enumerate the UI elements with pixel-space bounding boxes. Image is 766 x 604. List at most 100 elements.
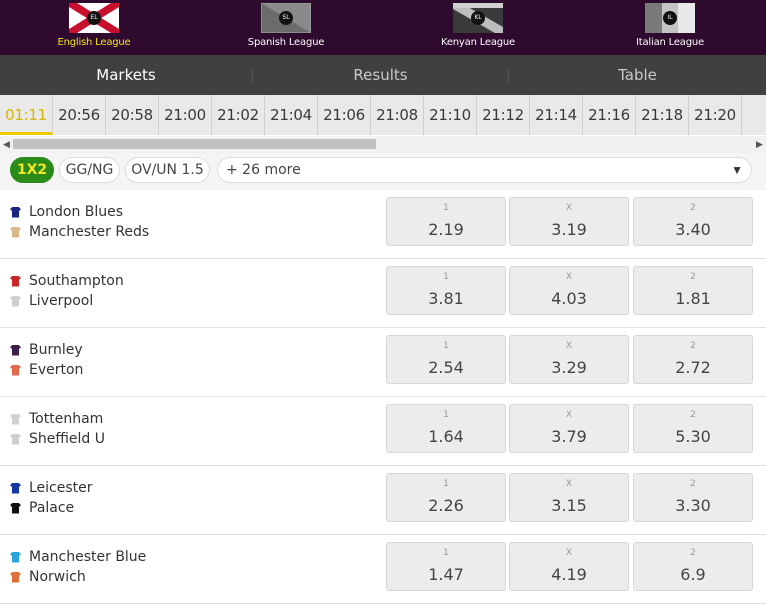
time-slot[interactable]: 21:14 xyxy=(530,95,583,135)
odds-outcome-label: 2 xyxy=(690,479,696,489)
odds-button-away[interactable]: 2 1.81 xyxy=(633,266,753,315)
odds-button-draw[interactable]: X 3.19 xyxy=(509,197,629,246)
league-spanish[interactable]: SL Spanish League xyxy=(226,0,346,55)
odds-outcome-label: X xyxy=(565,203,573,213)
odds-value: 1.64 xyxy=(428,427,464,446)
odds-outcome-label: X xyxy=(565,410,573,420)
odds-value: 2.26 xyxy=(428,496,464,515)
league-flag-icon: KL xyxy=(453,3,503,33)
tab-results[interactable]: Results xyxy=(253,55,508,95)
odds-value: 3.15 xyxy=(551,496,587,515)
more-markets-dropdown[interactable]: + 26 more ▼ xyxy=(217,157,752,183)
time-slot[interactable]: 21:02 xyxy=(212,95,265,135)
league-italian[interactable]: IL Italian League xyxy=(610,0,730,55)
league-label: Kenyan League xyxy=(440,37,516,48)
odds-button-home[interactable]: 1 3.81 xyxy=(386,266,506,315)
home-team: Tottenham xyxy=(10,409,103,429)
time-slot[interactable]: 21:00 xyxy=(159,95,212,135)
league-label: English League xyxy=(57,37,131,48)
tab-table[interactable]: Table xyxy=(509,55,766,95)
team-shirt-icon xyxy=(10,571,21,583)
time-slot[interactable]: 21:06 xyxy=(318,95,371,135)
market-filter-bar: 1X2 GG/NG OV/UN 1.5 + 26 more ▼ xyxy=(0,153,766,190)
home-team-name: Southampton xyxy=(29,273,124,289)
odds-outcome-label: 1 xyxy=(443,341,449,351)
odds-outcome-label: X xyxy=(565,272,573,282)
team-shirt-icon xyxy=(10,551,21,563)
home-team-name: Manchester Blue xyxy=(29,549,147,565)
home-team-name: Leicester xyxy=(29,480,93,496)
team-shirt-icon xyxy=(10,413,21,425)
odds-button-away[interactable]: 2 5.30 xyxy=(633,404,753,453)
time-slot[interactable]: 21:04 xyxy=(265,95,318,135)
odds-value: 1.81 xyxy=(675,289,711,308)
time-slot[interactable]: 21:20 xyxy=(689,95,742,135)
odds-button-away[interactable]: 2 3.30 xyxy=(633,473,753,522)
market-chip-1x2[interactable]: 1X2 xyxy=(10,157,54,183)
odds-outcome-label: 2 xyxy=(690,410,696,420)
time-slot[interactable]: 21:08 xyxy=(371,95,424,135)
odds-outcome-label: X xyxy=(565,479,573,489)
tab-markets[interactable]: Markets xyxy=(0,55,252,95)
team-shirt-icon xyxy=(10,206,21,218)
league-badge: SL xyxy=(279,11,293,25)
match-row: Leicester Palace 1 2.26 X 3.15 2 3.30 xyxy=(0,466,766,535)
league-badge: KL xyxy=(471,11,485,25)
time-strip-scrollbar[interactable]: ◀ ▶ xyxy=(0,136,766,153)
market-chip-ov-un[interactable]: OV/UN 1.5 xyxy=(125,157,210,183)
odds-button-home[interactable]: 1 2.54 xyxy=(386,335,506,384)
odds-value: 5.30 xyxy=(675,427,711,446)
odds-button-away[interactable]: 2 3.40 xyxy=(633,197,753,246)
odds-button-draw[interactable]: X 4.19 xyxy=(509,542,629,591)
odds-button-draw[interactable]: X 3.15 xyxy=(509,473,629,522)
odds-value: 3.19 xyxy=(551,220,587,239)
odds-value: 6.9 xyxy=(680,565,706,584)
team-shirt-icon xyxy=(10,482,21,494)
odds-button-away[interactable]: 2 6.9 xyxy=(633,542,753,591)
league-badge: EL xyxy=(87,11,101,25)
odds-outcome-label: 1 xyxy=(443,479,449,489)
away-team: Palace xyxy=(10,498,74,518)
league-english[interactable]: EL English League xyxy=(34,0,154,55)
match-row: London Blues Manchester Reds 1 2.19 X 3.19 2 3.… xyxy=(0,190,766,259)
home-team-name: London Blues xyxy=(29,204,124,220)
match-row: Southampton Liverpool 1 3.81 X 4.03 2 1.81 xyxy=(0,259,766,328)
team-shirt-icon xyxy=(10,433,21,445)
away-team: Everton xyxy=(10,360,83,380)
market-chip-gg-ng[interactable]: GG/NG xyxy=(59,157,120,183)
league-kenyan[interactable]: KL Kenyan League xyxy=(418,0,538,55)
team-shirt-icon xyxy=(10,344,21,356)
odds-outcome-label: 2 xyxy=(690,341,696,351)
odds-button-away[interactable]: 2 2.72 xyxy=(633,335,753,384)
odds-outcome-label: 2 xyxy=(690,272,696,282)
time-slot[interactable]: 01:11 xyxy=(0,95,53,135)
odds-value: 3.30 xyxy=(675,496,711,515)
odds-button-home[interactable]: 1 2.19 xyxy=(386,197,506,246)
away-team: Liverpool xyxy=(10,291,93,311)
odds-button-home[interactable]: 1 1.64 xyxy=(386,404,506,453)
league-badge: IL xyxy=(663,11,677,25)
odds-button-home[interactable]: 1 1.47 xyxy=(386,542,506,591)
time-slot[interactable]: 20:58 xyxy=(106,95,159,135)
odds-button-draw[interactable]: X 4.03 xyxy=(509,266,629,315)
odds-value: 2.19 xyxy=(428,220,464,239)
home-team-name: Burnley xyxy=(29,342,83,358)
odds-button-draw[interactable]: X 3.79 xyxy=(509,404,629,453)
league-flag-icon: EL xyxy=(69,3,119,33)
time-slot[interactable]: 21:16 xyxy=(583,95,636,135)
scroll-left-icon[interactable]: ◀ xyxy=(0,136,13,153)
scroll-right-icon[interactable]: ▶ xyxy=(753,136,766,153)
odds-outcome-label: 2 xyxy=(690,548,696,558)
odds-button-home[interactable]: 1 2.26 xyxy=(386,473,506,522)
away-team-name: Palace xyxy=(29,500,75,516)
time-slot[interactable]: 21:12 xyxy=(477,95,530,135)
time-slot[interactable]: 21:18 xyxy=(636,95,689,135)
scrollbar-thumb[interactable] xyxy=(13,139,376,149)
time-slot[interactable]: 21:10 xyxy=(424,95,477,135)
odds-outcome-label: 1 xyxy=(443,548,449,558)
odds-outcome-label: 1 xyxy=(443,410,449,420)
odds-button-draw[interactable]: X 3.29 xyxy=(509,335,629,384)
time-slot[interactable]: 20:56 xyxy=(53,95,106,135)
home-team-name: Tottenham xyxy=(29,411,104,427)
home-team: London Blues xyxy=(10,202,123,222)
